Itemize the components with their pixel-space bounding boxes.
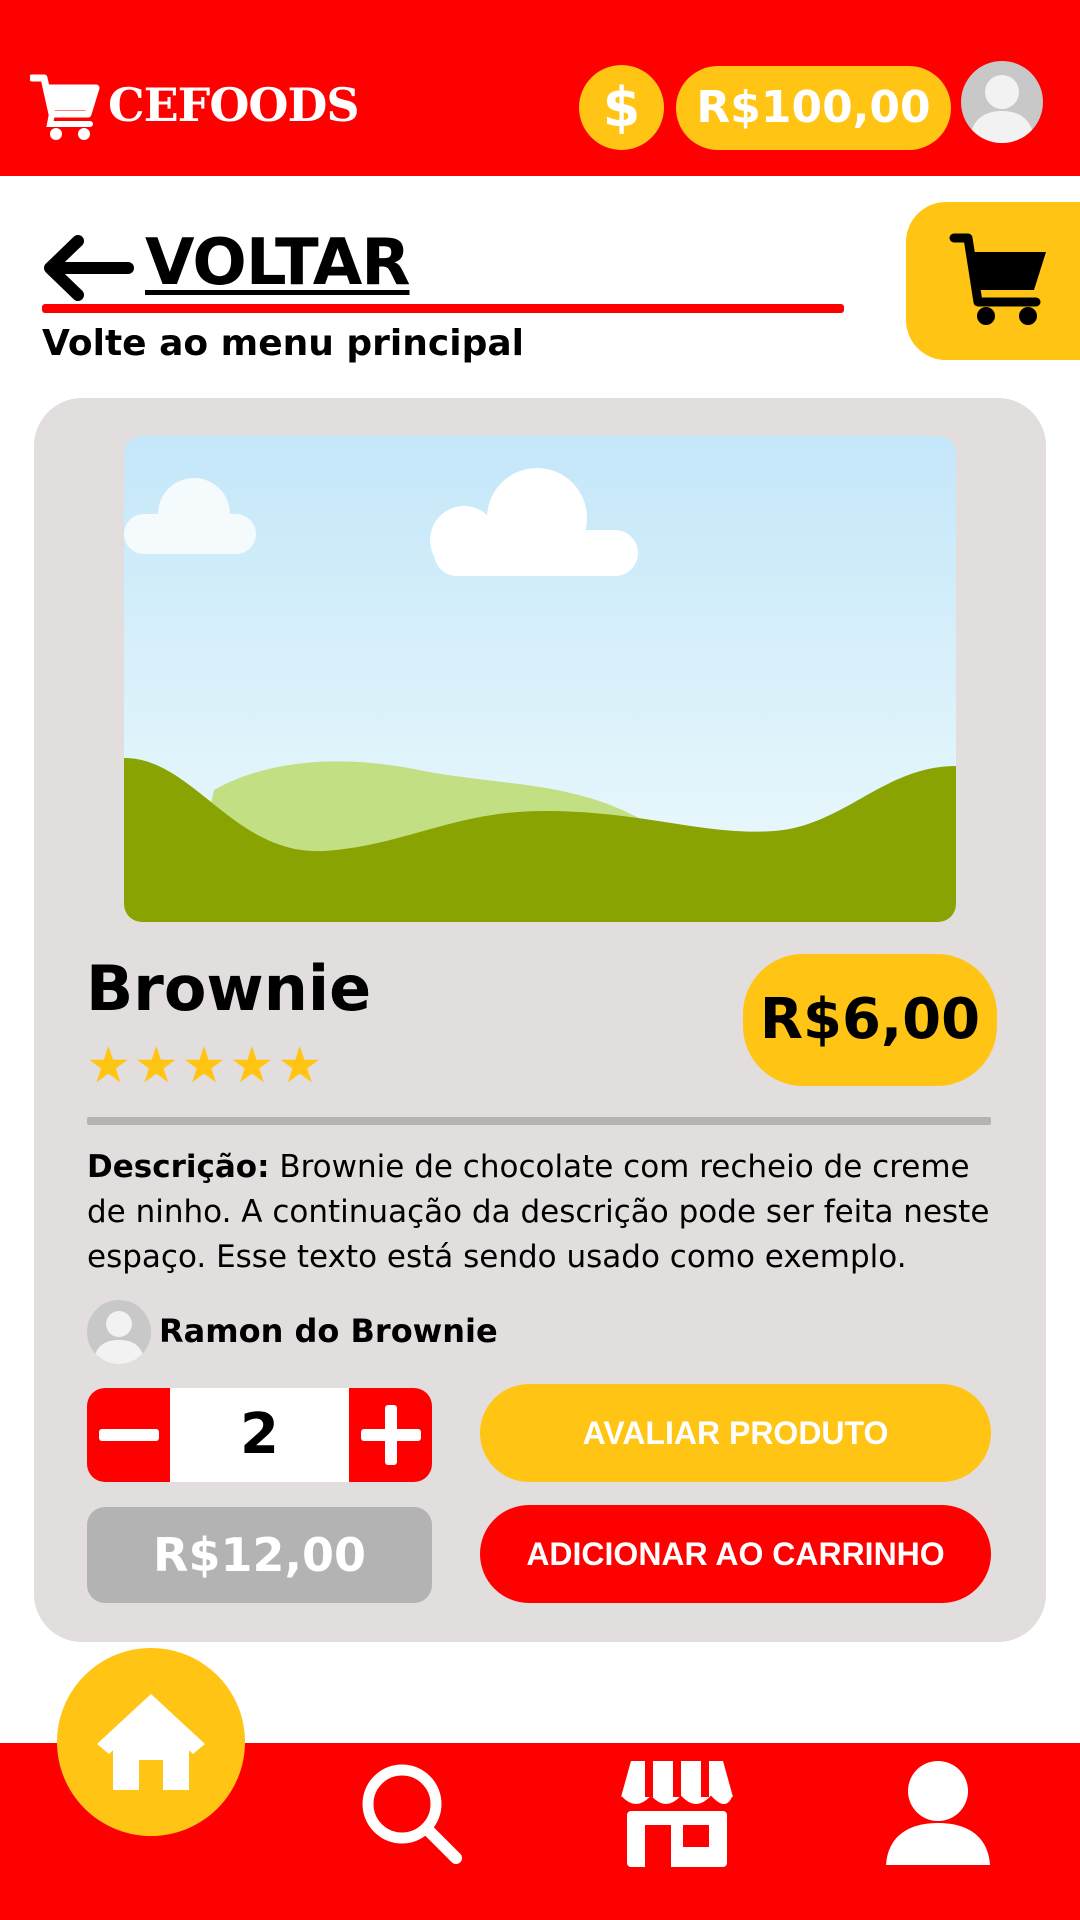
- quantity-value[interactable]: 2: [170, 1388, 349, 1482]
- back-arrow-icon[interactable]: [42, 235, 134, 301]
- total-price: R$12,00: [87, 1507, 432, 1603]
- search-icon[interactable]: [356, 1758, 466, 1868]
- wallet-balance[interactable]: R$100,00: [676, 66, 951, 150]
- cart-button[interactable]: [906, 202, 1080, 360]
- user-avatar[interactable]: [961, 61, 1043, 143]
- product-description: Descrição: Brownie de chocolate com rech…: [87, 1145, 1007, 1280]
- star-icon[interactable]: ★: [277, 1040, 322, 1090]
- back-subtitle: Volte ao menu principal: [42, 323, 524, 364]
- unit-price: R$6,00: [743, 954, 997, 1086]
- back-underline: [42, 304, 844, 313]
- shopping-cart-logo-icon: [30, 74, 100, 140]
- coin-icon: $: [579, 65, 664, 150]
- increase-quantity-button[interactable]: [349, 1388, 432, 1482]
- user-silhouette-icon: [969, 75, 1035, 143]
- seller-name[interactable]: Ramon do Brownie: [159, 1312, 498, 1350]
- add-to-cart-button[interactable]: ADICIONAR AO CARRINHO: [480, 1505, 991, 1603]
- home-icon: [97, 1694, 205, 1790]
- back-link[interactable]: VOLTAR: [145, 226, 410, 300]
- plus-icon: [361, 1405, 421, 1465]
- cart-icon: [949, 233, 1046, 325]
- user-silhouette-icon: [93, 1311, 145, 1364]
- rate-product-button[interactable]: AVALIAR PRODUTO: [480, 1384, 991, 1482]
- description-label: Descrição:: [87, 1149, 270, 1185]
- decrease-quantity-button[interactable]: [87, 1388, 170, 1482]
- product-name: Brownie: [86, 952, 372, 1025]
- star-icon[interactable]: ★: [134, 1040, 179, 1090]
- star-icon[interactable]: ★: [182, 1040, 227, 1090]
- placeholder-landscape-image: [124, 436, 956, 922]
- profile-icon[interactable]: [884, 1757, 992, 1867]
- minus-icon: [99, 1429, 159, 1441]
- nav-home-button[interactable]: [57, 1648, 245, 1836]
- star-icon[interactable]: ★: [86, 1040, 131, 1090]
- quantity-stepper: 2: [87, 1388, 432, 1482]
- star-icon[interactable]: ★: [229, 1040, 274, 1090]
- rating-stars[interactable]: ★★★★★: [86, 1040, 325, 1090]
- seller-avatar[interactable]: [87, 1300, 151, 1364]
- store-icon[interactable]: [617, 1755, 737, 1870]
- brand-name: CEFOODS: [108, 78, 360, 132]
- product-image: [124, 436, 956, 922]
- divider: [87, 1117, 991, 1125]
